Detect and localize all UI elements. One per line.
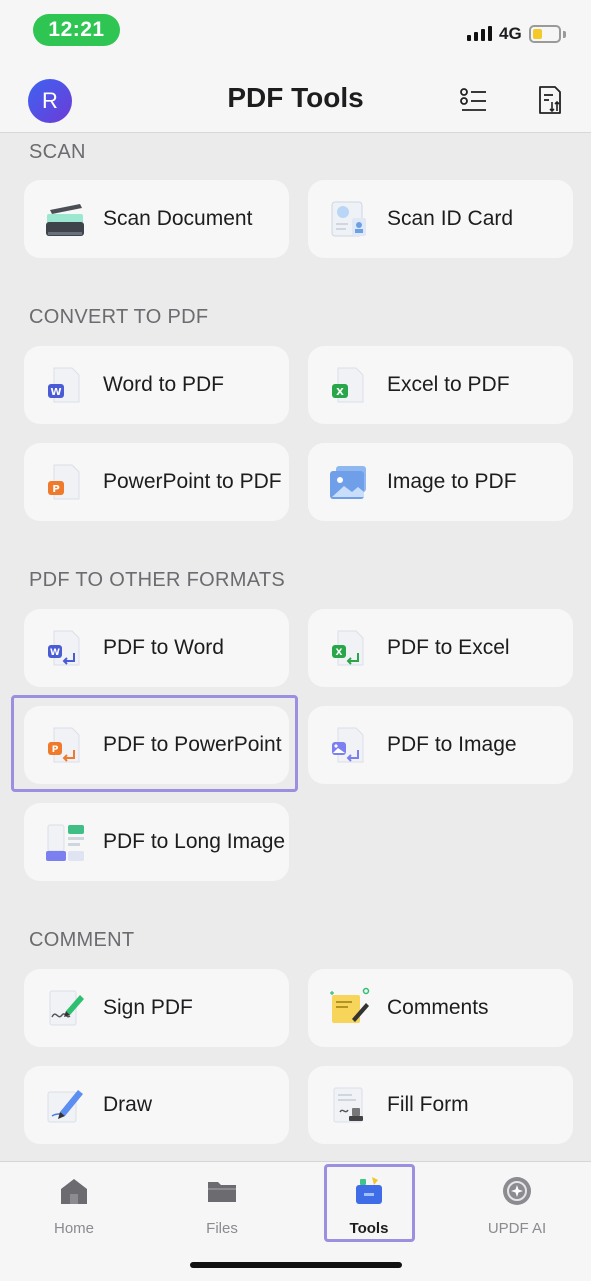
powerpoint-to-pdf-button[interactable]: P PowerPoint to PDF — [24, 443, 289, 521]
signal-icon — [467, 26, 492, 41]
status-bar: 12:21 4G — [0, 0, 591, 60]
pdf-to-image-button[interactable]: PDF to Image — [308, 706, 573, 784]
draw-button[interactable]: Draw — [24, 1066, 289, 1144]
tile-label: Word to PDF — [103, 373, 224, 396]
list-view-icon[interactable] — [459, 84, 489, 116]
section-title-pdf-to-other-formats: PDF TO OTHER FORMATS — [29, 569, 286, 591]
tab-home[interactable]: Home — [14, 1174, 134, 1237]
tile-label: PDF to Excel — [387, 636, 510, 659]
long-image-icon — [46, 824, 84, 861]
app-header: R PDF Tools — [0, 60, 591, 133]
scan-id-card-button[interactable]: Scan ID Card — [308, 180, 573, 258]
svg-text:X: X — [336, 387, 344, 398]
tab-label: Home — [53, 1220, 94, 1237]
svg-text:P: P — [52, 484, 59, 495]
tab-label: UPDF AI — [487, 1220, 547, 1237]
powerpoint-file-icon: P — [48, 464, 80, 500]
tile-label: Comments — [387, 996, 489, 1019]
tab-files[interactable]: Files — [162, 1174, 282, 1237]
tile-label: Fill Form — [387, 1093, 469, 1116]
word-convert-icon: W — [48, 630, 80, 666]
section-title-comment: COMMENT — [29, 929, 135, 951]
image-icon — [330, 466, 366, 499]
folder-icon — [208, 1182, 236, 1202]
network-type: 4G — [499, 24, 522, 43]
image-to-pdf-button[interactable]: Image to PDF — [308, 443, 573, 521]
svg-text:W: W — [50, 648, 60, 658]
tab-updf-ai[interactable]: UPDF AI — [457, 1174, 577, 1237]
tile-label: Scan Document — [103, 207, 253, 230]
word-file-icon: W — [48, 367, 80, 403]
tile-label: PDF to Long Image — [103, 830, 286, 853]
id-card-icon — [331, 201, 366, 237]
tile-label: PDF to Word — [103, 636, 224, 659]
battery-tip — [563, 31, 566, 38]
tile-label: Draw — [103, 1093, 153, 1116]
svg-text:W: W — [50, 387, 61, 398]
sticky-note-icon — [330, 987, 370, 1023]
image-convert-icon — [332, 727, 364, 763]
word-to-pdf-button[interactable]: W Word to PDF — [24, 346, 289, 424]
selection-highlight — [11, 695, 298, 792]
form-stamp-icon — [333, 1087, 363, 1123]
svg-text:X: X — [336, 648, 343, 658]
pdf-to-long-image-button[interactable]: PDF to Long Image — [24, 803, 289, 881]
sort-document-icon[interactable] — [535, 84, 565, 116]
battery-icon — [529, 25, 561, 43]
pdf-to-excel-button[interactable]: X PDF to Excel — [308, 609, 573, 687]
ai-icon — [503, 1177, 531, 1205]
tab-highlight — [324, 1164, 415, 1242]
status-time: 12:21 — [33, 14, 120, 46]
scanner-icon — [46, 204, 84, 236]
scan-document-button[interactable]: Scan Document — [24, 180, 289, 258]
tile-label: Excel to PDF — [387, 373, 510, 396]
home-icon — [61, 1179, 87, 1204]
signature-icon — [49, 990, 84, 1026]
excel-file-icon: X — [332, 367, 364, 403]
tile-label: Scan ID Card — [387, 207, 514, 230]
pdf-to-word-button[interactable]: W PDF to Word — [24, 609, 289, 687]
excel-to-pdf-button[interactable]: X Excel to PDF — [308, 346, 573, 424]
fill-form-button[interactable]: Fill Form — [308, 1066, 573, 1144]
tile-label: PDF to Image — [387, 733, 517, 756]
tile-label: Sign PDF — [103, 996, 193, 1019]
tile-label: Image to PDF — [387, 470, 517, 493]
tab-label: Files — [206, 1220, 238, 1237]
section-title-scan: SCAN — [29, 141, 86, 163]
section-title-convert-to-pdf: CONVERT TO PDF — [29, 306, 209, 328]
pen-draw-icon — [47, 1090, 83, 1123]
excel-convert-icon: X — [332, 630, 364, 666]
tile-label: PowerPoint to PDF — [103, 470, 282, 493]
comments-button[interactable]: Comments — [308, 969, 573, 1047]
home-indicator — [190, 1262, 402, 1268]
page-title: PDF Tools — [227, 82, 364, 113]
sign-pdf-button[interactable]: Sign PDF — [24, 969, 289, 1047]
